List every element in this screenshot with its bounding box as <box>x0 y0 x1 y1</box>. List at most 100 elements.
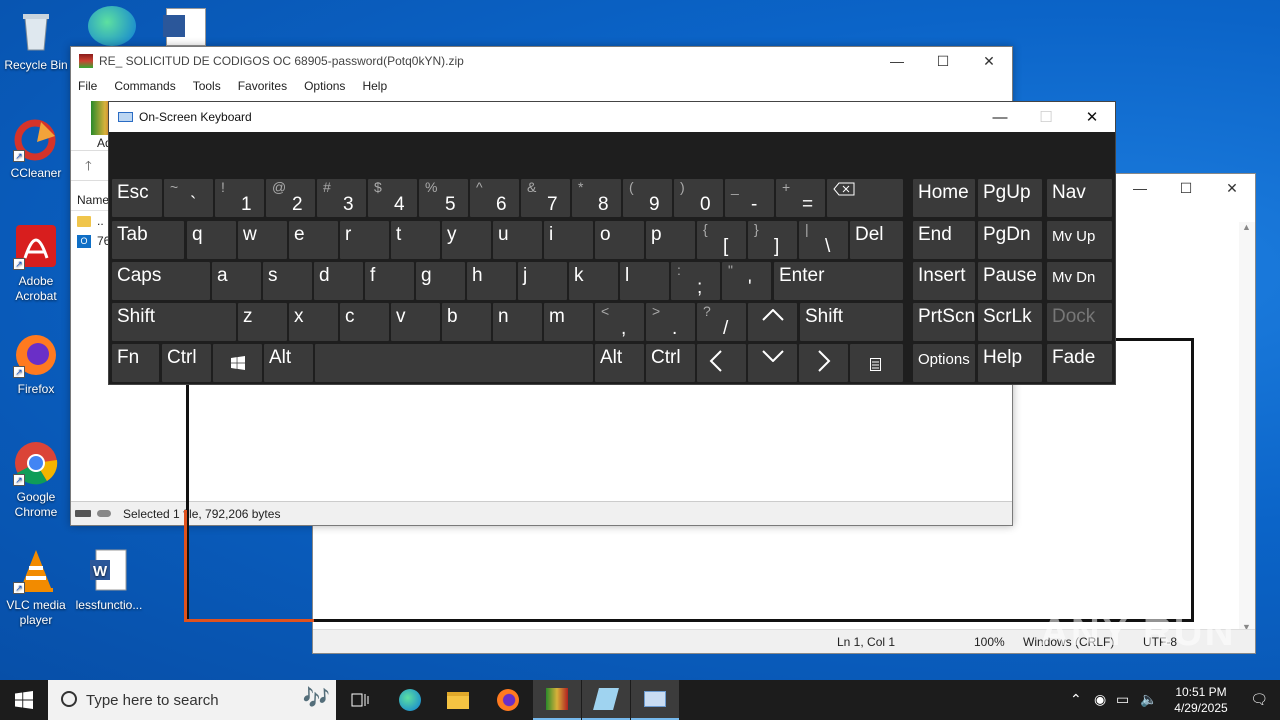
key-j[interactable]: j <box>518 262 567 300</box>
desktop-icon-vlc[interactable]: ↗ VLC media player <box>0 548 72 628</box>
menu-options[interactable]: Options <box>304 79 345 93</box>
key-pgdn[interactable]: PgDn <box>978 221 1042 259</box>
key-b[interactable]: b <box>442 303 491 341</box>
key-scrlk[interactable]: ScrLk <box>978 303 1042 341</box>
key-mvdn[interactable]: Mv Dn <box>1047 262 1112 300</box>
taskbar-file-explorer[interactable] <box>434 680 482 720</box>
key-y[interactable]: y <box>442 221 491 259</box>
key-windows[interactable] <box>213 344 262 382</box>
key-arrow-right[interactable] <box>799 344 848 382</box>
taskbar-search[interactable]: Type here to search 🎶 <box>48 680 336 720</box>
key-space[interactable] <box>315 344 593 382</box>
key-end[interactable]: End <box>913 221 975 259</box>
key-w[interactable]: w <box>238 221 287 259</box>
menu-commands[interactable]: Commands <box>114 79 175 93</box>
chevron-up-icon[interactable]: ⌃ <box>1070 691 1082 708</box>
key-8[interactable]: * 8 <box>572 179 621 217</box>
desktop-icon-firefox[interactable]: ↗ Firefox <box>0 332 72 397</box>
notification-icon[interactable]: 🗨 <box>1250 691 1268 708</box>
minimize-button[interactable]: — <box>977 102 1023 132</box>
key-sym-0[interactable]: {[ <box>697 221 746 259</box>
key-g[interactable]: g <box>416 262 465 300</box>
key-pgup[interactable]: PgUp <box>978 179 1042 217</box>
key-d[interactable]: d <box>314 262 363 300</box>
key-2[interactable]: @2 <box>266 179 315 217</box>
key-prtscn[interactable]: PrtScn <box>913 303 975 341</box>
key-s[interactable]: s <box>263 262 312 300</box>
network-icon[interactable]: ▭ <box>1116 691 1129 708</box>
key-sym4-1[interactable]: >. <box>646 303 695 341</box>
key-sym3-0[interactable]: :; <box>671 262 720 300</box>
key-o[interactable]: o <box>595 221 644 259</box>
key-shift-right[interactable]: Shift <box>800 303 903 341</box>
key-=[interactable]: + = <box>776 179 825 217</box>
key-0[interactable]: ) 0 <box>674 179 723 217</box>
notepad-scrollbar[interactable]: ▲ ▼ <box>1239 222 1255 632</box>
key-caps[interactable]: Caps <box>112 262 210 300</box>
key-n[interactable]: n <box>493 303 542 341</box>
desktop-icon-ccleaner[interactable]: ↗ CCleaner <box>0 116 72 181</box>
key-q[interactable]: q <box>187 221 236 259</box>
desktop-icon-chrome[interactable]: ↗ Google Chrome <box>0 440 72 520</box>
key-m[interactable]: m <box>544 303 593 341</box>
key-options[interactable]: Options <box>913 344 975 382</box>
minimize-button[interactable]: — <box>874 47 920 75</box>
key-sym4-0[interactable]: <, <box>595 303 644 341</box>
key-mvup[interactable]: Mv Up <box>1047 221 1112 259</box>
key-7[interactable]: & 7 <box>521 179 570 217</box>
clock[interactable]: 10:51 PM 4/29/2025 <box>1166 684 1236 716</box>
taskbar-firefox[interactable] <box>484 680 532 720</box>
key-x[interactable]: x <box>289 303 338 341</box>
key-p[interactable]: p <box>646 221 695 259</box>
key-c[interactable]: c <box>340 303 389 341</box>
maximize-button[interactable]: ☐ <box>1163 174 1209 202</box>
taskbar-edge[interactable] <box>386 680 434 720</box>
desktop-icon-recycle-bin[interactable]: Recycle Bin <box>0 8 72 73</box>
key-1[interactable]: ! 1 <box>215 179 264 217</box>
minimize-button[interactable]: — <box>1117 174 1163 202</box>
menu-help[interactable]: Help <box>362 79 387 93</box>
volume-icon[interactable]: 🔈 <box>1140 691 1157 708</box>
key-ctrl-right[interactable]: Ctrl <box>646 344 695 382</box>
key-t[interactable]: t <box>391 221 440 259</box>
key-`[interactable]: ~ ` <box>164 179 213 217</box>
key-5[interactable]: % 5 <box>419 179 468 217</box>
key-pause[interactable]: Pause <box>978 262 1042 300</box>
close-button[interactable]: ✕ <box>966 47 1012 75</box>
task-view-button[interactable] <box>336 680 384 720</box>
key-r[interactable]: r <box>340 221 389 259</box>
taskbar-winrar[interactable] <box>533 680 581 720</box>
close-button[interactable]: ✕ <box>1209 174 1255 202</box>
menu-tools[interactable]: Tools <box>193 79 221 93</box>
key-alt-right[interactable]: Alt <box>595 344 644 382</box>
key-f[interactable]: f <box>365 262 414 300</box>
key-shift-left[interactable]: Shift <box>112 303 236 341</box>
key-arrow-up[interactable] <box>748 303 797 341</box>
key-i[interactable]: i <box>544 221 593 259</box>
key-home[interactable]: Home <box>913 179 975 217</box>
desktop-icon-acrobat[interactable]: ↗ Adobe Acrobat <box>0 224 72 304</box>
key-arrow-left[interactable] <box>697 344 746 382</box>
key-h[interactable]: h <box>467 262 516 300</box>
key-u[interactable]: u <box>493 221 542 259</box>
edge-icon[interactable] <box>88 6 136 46</box>
key-3[interactable]: #3 <box>317 179 366 217</box>
key-9[interactable]: (9 <box>623 179 672 217</box>
meet-now-icon[interactable]: ◉ <box>1094 691 1106 708</box>
key-6[interactable]: ^ 6 <box>470 179 519 217</box>
menu-file[interactable]: File <box>78 79 97 93</box>
up-folder-icon[interactable]: 🡑 <box>85 158 92 173</box>
key-sym-2[interactable]: | \ <box>799 221 848 259</box>
start-button[interactable] <box>0 680 48 720</box>
key-e[interactable]: e <box>289 221 338 259</box>
osk-titlebar[interactable]: On-Screen Keyboard — ☐ ✕ <box>109 102 1115 132</box>
key-sym4-2[interactable]: ? / <box>697 303 746 341</box>
key-sym3-1[interactable]: " ' <box>722 262 771 300</box>
key-a[interactable]: a <box>212 262 261 300</box>
key-z[interactable]: z <box>238 303 287 341</box>
key-nav[interactable]: Nav <box>1047 179 1112 217</box>
key-esc[interactable]: Esc <box>112 179 162 217</box>
key-sym-1[interactable]: }] <box>748 221 797 259</box>
key--[interactable]: _ - <box>725 179 774 217</box>
menu-favorites[interactable]: Favorites <box>238 79 287 93</box>
